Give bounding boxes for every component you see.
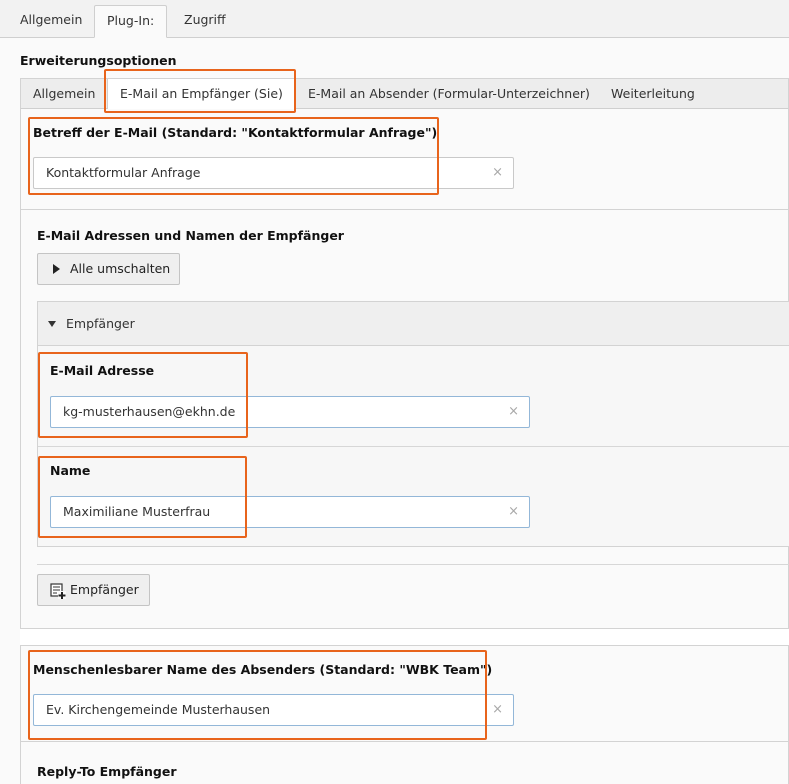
caret-down-icon bbox=[48, 321, 56, 327]
recipients-panel: E-Mail Adressen und Namen der Empfänger … bbox=[20, 210, 789, 629]
recipient-item: Empfänger E-Mail Adresse kg-musterhausen… bbox=[37, 301, 789, 547]
add-recipient-button[interactable]: Empfänger bbox=[37, 574, 150, 606]
name-label: Name bbox=[50, 463, 91, 478]
panel-gap bbox=[20, 629, 789, 645]
clear-icon[interactable]: × bbox=[492, 158, 503, 188]
subtab-email-recipient[interactable]: E-Mail an Empfänger (Sie) bbox=[107, 79, 296, 110]
clear-icon[interactable]: × bbox=[508, 397, 519, 427]
sender-input-value: Ev. Kirchengemeinde Musterhausen bbox=[46, 702, 271, 717]
subject-label: Betreff der E-Mail (Standard: "Kontaktfo… bbox=[33, 125, 438, 140]
recipients-heading: E-Mail Adressen und Namen der Empfänger bbox=[37, 228, 344, 243]
subtab-email-sender[interactable]: E-Mail an Absender (Formular-Unterzeichn… bbox=[296, 79, 602, 109]
sender-panel: Menschenlesbarer Name des Absenders (Sta… bbox=[20, 645, 789, 742]
clear-icon[interactable]: × bbox=[492, 695, 503, 725]
divider bbox=[37, 564, 789, 565]
tab-content: Erweiterungsoptionen Allgemein E-Mail an… bbox=[0, 38, 789, 784]
subtab-weiterleitung[interactable]: Weiterleitung bbox=[599, 79, 707, 109]
clear-icon[interactable]: × bbox=[508, 497, 519, 527]
name-input-value: Maximiliane Musterfrau bbox=[63, 504, 211, 519]
toggle-all-button[interactable]: Alle umschalten bbox=[37, 253, 180, 285]
top-tab-bar: Allgemein Plug-In: Zugriff bbox=[0, 0, 789, 38]
email-input-value: kg-musterhausen@ekhn.de bbox=[63, 404, 236, 419]
recipient-item-header[interactable]: Empfänger bbox=[38, 302, 789, 346]
reply-to-label: Reply-To Empfänger bbox=[37, 764, 177, 779]
subtab-allgemein[interactable]: Allgemein bbox=[21, 79, 107, 109]
email-label: E-Mail Adresse bbox=[50, 363, 155, 378]
tab-plug-in[interactable]: Plug-In: bbox=[94, 5, 168, 38]
add-recipient-label: Empfänger bbox=[70, 582, 139, 597]
recipient-item-title: Empfänger bbox=[66, 316, 135, 331]
add-record-icon bbox=[50, 583, 66, 599]
subject-input[interactable]: Kontaktformular Anfrage × bbox=[33, 157, 514, 189]
sender-input[interactable]: Ev. Kirchengemeinde Musterhausen × bbox=[33, 694, 514, 726]
toggle-all-label: Alle umschalten bbox=[70, 261, 171, 276]
sender-label: Menschenlesbarer Name des Absenders (Sta… bbox=[33, 662, 493, 677]
tab-allgemein[interactable]: Allgemein bbox=[8, 5, 94, 38]
reply-to-panel: Reply-To Empfänger bbox=[20, 742, 789, 784]
subject-input-value: Kontaktformular Anfrage bbox=[46, 165, 201, 180]
sub-tab-bar: Allgemein E-Mail an Empfänger (Sie) E-Ma… bbox=[20, 78, 789, 110]
subject-panel: Betreff der E-Mail (Standard: "Kontaktfo… bbox=[20, 109, 789, 210]
caret-right-icon bbox=[53, 264, 60, 274]
name-input[interactable]: Maximiliane Musterfrau × bbox=[50, 496, 530, 528]
email-input[interactable]: kg-musterhausen@ekhn.de × bbox=[50, 396, 530, 428]
section-title: Erweiterungsoptionen bbox=[20, 53, 177, 68]
divider bbox=[38, 446, 789, 447]
tab-zugriff[interactable]: Zugriff bbox=[172, 5, 238, 38]
